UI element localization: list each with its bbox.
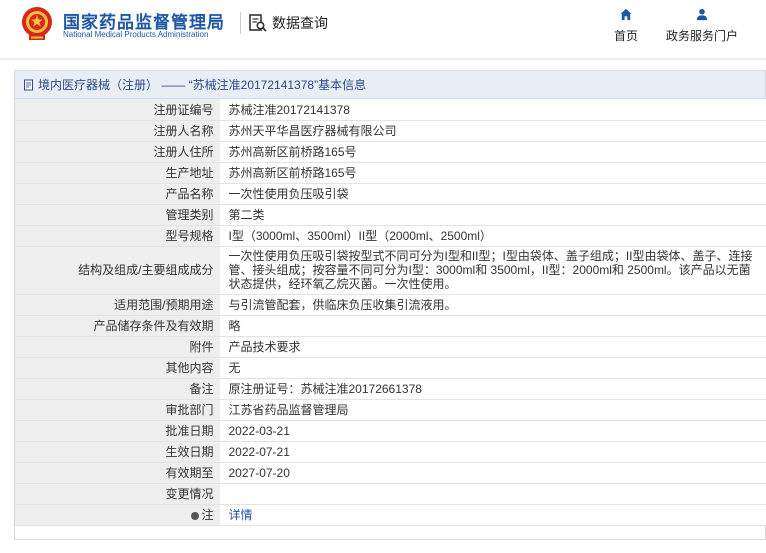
breadcrumb-text: 境内医疗器械（注册） —— “苏械注准20172141378”基本信息 xyxy=(38,78,367,92)
field-label: 注 xyxy=(201,508,214,522)
table-row: 注 详情 xyxy=(15,504,766,526)
document-icon xyxy=(24,79,33,90)
table-row: 生产地址 苏州高新区前桥路165号 xyxy=(15,162,766,184)
field-value: 2027-07-20 xyxy=(220,462,766,484)
table-row: 附件 产品技术要求 xyxy=(15,336,766,358)
table-row: 结构及组成/主要组成成分 一次性使用负压吸引袋按型式不同可分为I型和II型；I型… xyxy=(15,246,766,295)
field-value: 苏州高新区前桥路165号 xyxy=(220,162,766,184)
field-label: 生产地址 xyxy=(15,162,221,184)
table-row: 变更情况 xyxy=(15,483,766,505)
site-header: 国家药品监督管理局 National Medical Products Admi… xyxy=(0,0,766,58)
nav-gov-service[interactable]: 政务服务门户 xyxy=(661,8,743,44)
field-value: 原注册证号：苏械注准20172661378 xyxy=(220,378,766,400)
table-row: 生效日期 2022-07-21 xyxy=(15,441,766,463)
field-value: 无 xyxy=(220,357,766,379)
field-label: 生效日期 xyxy=(15,441,221,463)
data-query-label: 数据查询 xyxy=(272,15,328,31)
national-emblem-icon xyxy=(22,7,52,40)
table-row: 产品储存条件及有效期 略 xyxy=(15,315,766,337)
field-value: I型（3000ml、3500ml）II型（2000ml、2500ml） xyxy=(220,225,766,247)
table-row: 注册证编号 苏械注准20172141378 xyxy=(15,99,766,121)
field-label: 注册人名称 xyxy=(15,120,221,142)
note-label-cell: 注 xyxy=(15,504,221,526)
table-row: 注册人住所 苏州高新区前桥路165号 xyxy=(15,141,766,163)
home-icon xyxy=(620,8,632,21)
bullet-icon xyxy=(191,512,200,520)
field-label: 管理类别 xyxy=(15,204,221,226)
details-link[interactable]: 详情 xyxy=(229,508,253,522)
field-label: 备注 xyxy=(15,378,221,400)
field-label: 有效期至 xyxy=(15,462,221,484)
table-row: 备注 原注册证号：苏械注准20172661378 xyxy=(15,378,766,400)
field-value: 一次性使用负压吸引袋按型式不同可分为I型和II型；I型由袋体、盖子组成；II型由… xyxy=(220,246,766,295)
field-label: 其他内容 xyxy=(15,357,221,379)
table-row: 有效期至 2027-07-20 xyxy=(15,462,766,484)
field-value: 苏州高新区前桥路165号 xyxy=(220,141,766,163)
detail-panel: 境内医疗器械（注册） —— “苏械注准20172141378”基本信息 注册证编… xyxy=(14,70,766,540)
field-label: 产品名称 xyxy=(15,183,221,205)
field-value: 产品技术要求 xyxy=(220,336,766,358)
field-value xyxy=(220,483,766,505)
field-label: 变更情况 xyxy=(15,483,221,505)
field-label: 产品储存条件及有效期 xyxy=(15,315,221,337)
field-label: 型号规格 xyxy=(15,225,221,247)
breadcrumb: 境内医疗器械（注册） —— “苏械注准20172141378”基本信息 xyxy=(15,71,765,99)
table-row: 型号规格 I型（3000ml、3500ml）II型（2000ml、2500ml） xyxy=(15,225,766,247)
field-label: 附件 xyxy=(15,336,221,358)
site-subtitle: National Medical Products Administration xyxy=(63,30,209,39)
table-row: 审批部门 江苏省药品监督管理局 xyxy=(15,399,766,421)
table-row: 注册人名称 苏州天平华昌医疗器械有限公司 xyxy=(15,120,766,142)
data-query-link[interactable]: 数据查询 xyxy=(248,12,328,34)
field-label: 审批部门 xyxy=(15,399,221,421)
user-icon xyxy=(696,8,708,21)
table-row: 管理类别 第二类 xyxy=(15,204,766,226)
nav-gov-service-label: 政务服务门户 xyxy=(665,29,738,43)
header-divider xyxy=(240,12,241,34)
field-label: 注册证编号 xyxy=(15,99,221,121)
field-label: 适用范围/预期用途 xyxy=(15,294,221,316)
field-value: 苏州天平华昌医疗器械有限公司 xyxy=(220,120,766,142)
field-value: 略 xyxy=(220,315,766,337)
document-search-icon xyxy=(249,14,267,32)
field-value: 苏械注准20172141378 xyxy=(220,99,766,121)
field-value: 一次性使用负压吸引袋 xyxy=(220,183,766,205)
field-label: 注册人住所 xyxy=(15,141,221,163)
header-bottom-line xyxy=(0,58,766,60)
note-value-cell: 详情 xyxy=(220,504,766,526)
field-label: 批准日期 xyxy=(15,420,221,442)
nav-home-label: 首页 xyxy=(613,29,638,43)
table-row: 适用范围/预期用途 与引流管配套，供临床负压收集引流液用。 xyxy=(15,294,766,316)
field-value: 江苏省药品监督管理局 xyxy=(220,399,766,421)
nav-home[interactable]: 首页 xyxy=(611,8,641,44)
table-row: 产品名称 一次性使用负压吸引袋 xyxy=(15,183,766,205)
field-label: 结构及组成/主要组成成分 xyxy=(15,246,221,295)
table-row: 其他内容 无 xyxy=(15,357,766,379)
field-value: 2022-07-21 xyxy=(220,441,766,463)
field-value: 第二类 xyxy=(220,204,766,226)
field-value: 与引流管配套，供临床负压收集引流液用。 xyxy=(220,294,766,316)
detail-table: 注册证编号 苏械注准20172141378 注册人名称 苏州天平华昌医疗器械有限… xyxy=(15,99,766,526)
field-value: 2022-03-21 xyxy=(220,420,766,442)
table-row: 批准日期 2022-03-21 xyxy=(15,420,766,442)
